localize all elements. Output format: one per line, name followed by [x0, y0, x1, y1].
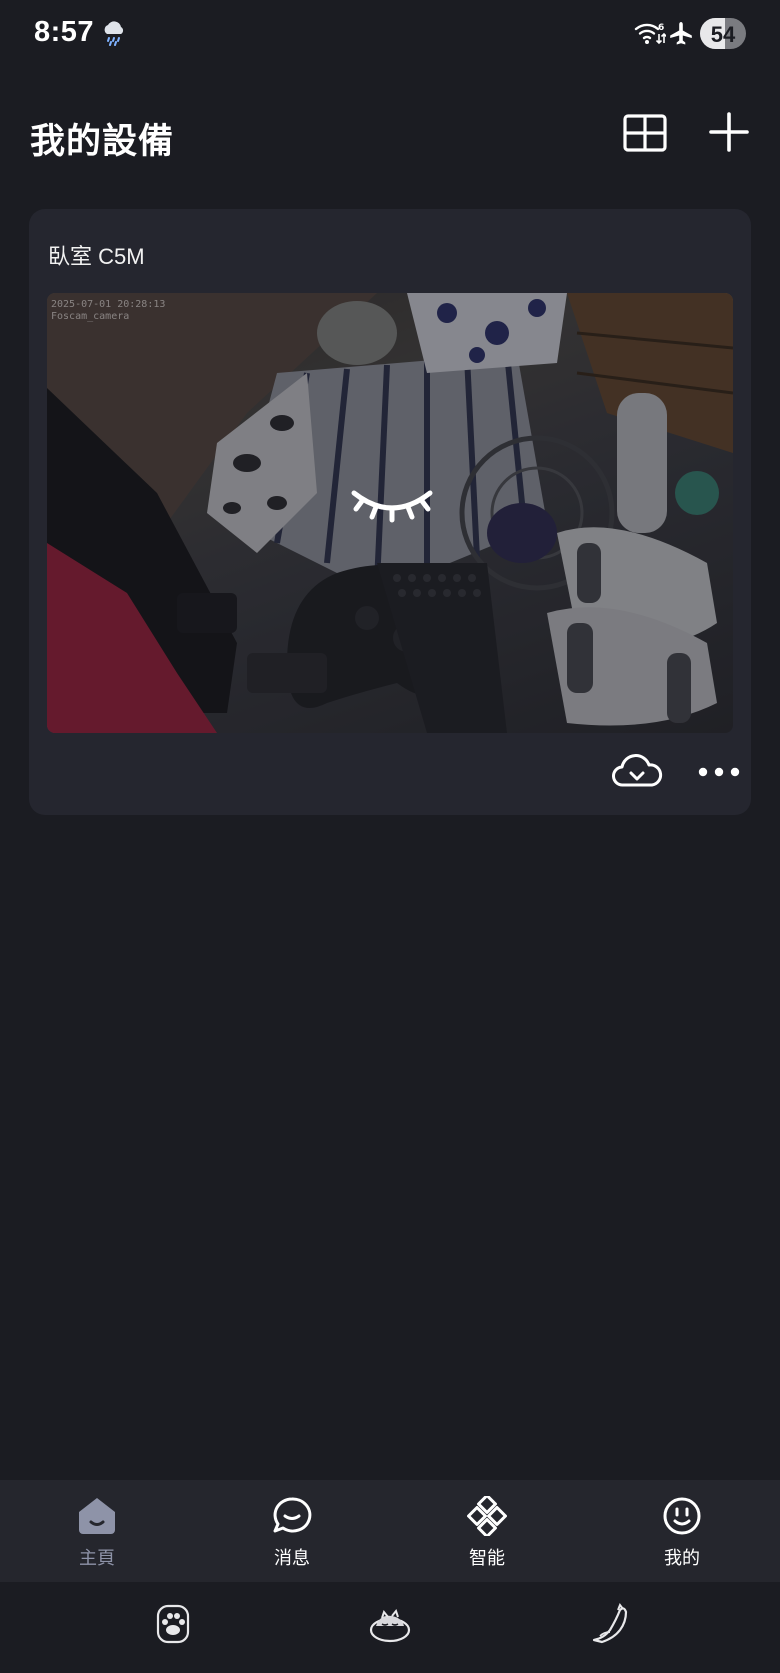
- battery-indicator: 54: [700, 18, 746, 49]
- camera-label: Foscam_camera: [51, 311, 130, 322]
- device-name: 臥室 C5M: [48, 244, 145, 269]
- cloud-storage-button[interactable]: [611, 751, 663, 791]
- status-time: 8:57: [34, 16, 95, 48]
- tab-home[interactable]: 主頁: [37, 1480, 157, 1582]
- more-options-button[interactable]: [697, 757, 741, 787]
- tab-home-label: 主頁: [79, 1548, 115, 1568]
- device-card[interactable]: 臥室 C5M 2025-07-01 20:28:13 Foscam_camera: [29, 209, 751, 815]
- diamond-grid-icon: [467, 1496, 507, 1536]
- grid-view-button[interactable]: [622, 113, 668, 153]
- tab-smart[interactable]: 智能: [427, 1480, 547, 1582]
- tab-profile-label: 我的: [664, 1548, 700, 1568]
- bottom-nav-strip: [0, 1582, 780, 1673]
- closed-eye-icon: [351, 490, 433, 523]
- tab-messages[interactable]: 消息: [232, 1480, 352, 1582]
- camera-preview[interactable]: 2025-07-01 20:28:13 Foscam_camera: [47, 293, 733, 733]
- message-bubble-icon: [273, 1497, 312, 1533]
- sleeping-cat-icon[interactable]: [368, 1602, 412, 1646]
- battery-percent: 54: [710, 22, 736, 47]
- tab-profile[interactable]: 我的: [622, 1480, 742, 1582]
- wifi-icon: 6: [634, 23, 666, 45]
- status-bar: 8:57 6 54: [0, 0, 780, 70]
- paw-icon[interactable]: [152, 1602, 196, 1646]
- rain-cloud-icon: [104, 21, 124, 46]
- home-icon: [79, 1498, 115, 1534]
- camera-timestamp: 2025-07-01 20:28:13: [51, 299, 166, 310]
- tab-messages-label: 消息: [274, 1548, 310, 1568]
- stretching-cat-icon[interactable]: [588, 1602, 632, 1646]
- svg-text:6: 6: [658, 23, 664, 33]
- bottom-tab-bar: 主頁 消息 智能 我的: [0, 1480, 780, 1582]
- page-title: 我的設備: [30, 122, 175, 161]
- camera-watermark: 2025-07-01 20:28:13 Foscam_camera: [51, 299, 165, 323]
- smiley-icon: [663, 1497, 701, 1535]
- airplane-icon: [670, 22, 692, 45]
- add-device-button[interactable]: [708, 111, 750, 153]
- tab-smart-label: 智能: [469, 1548, 505, 1568]
